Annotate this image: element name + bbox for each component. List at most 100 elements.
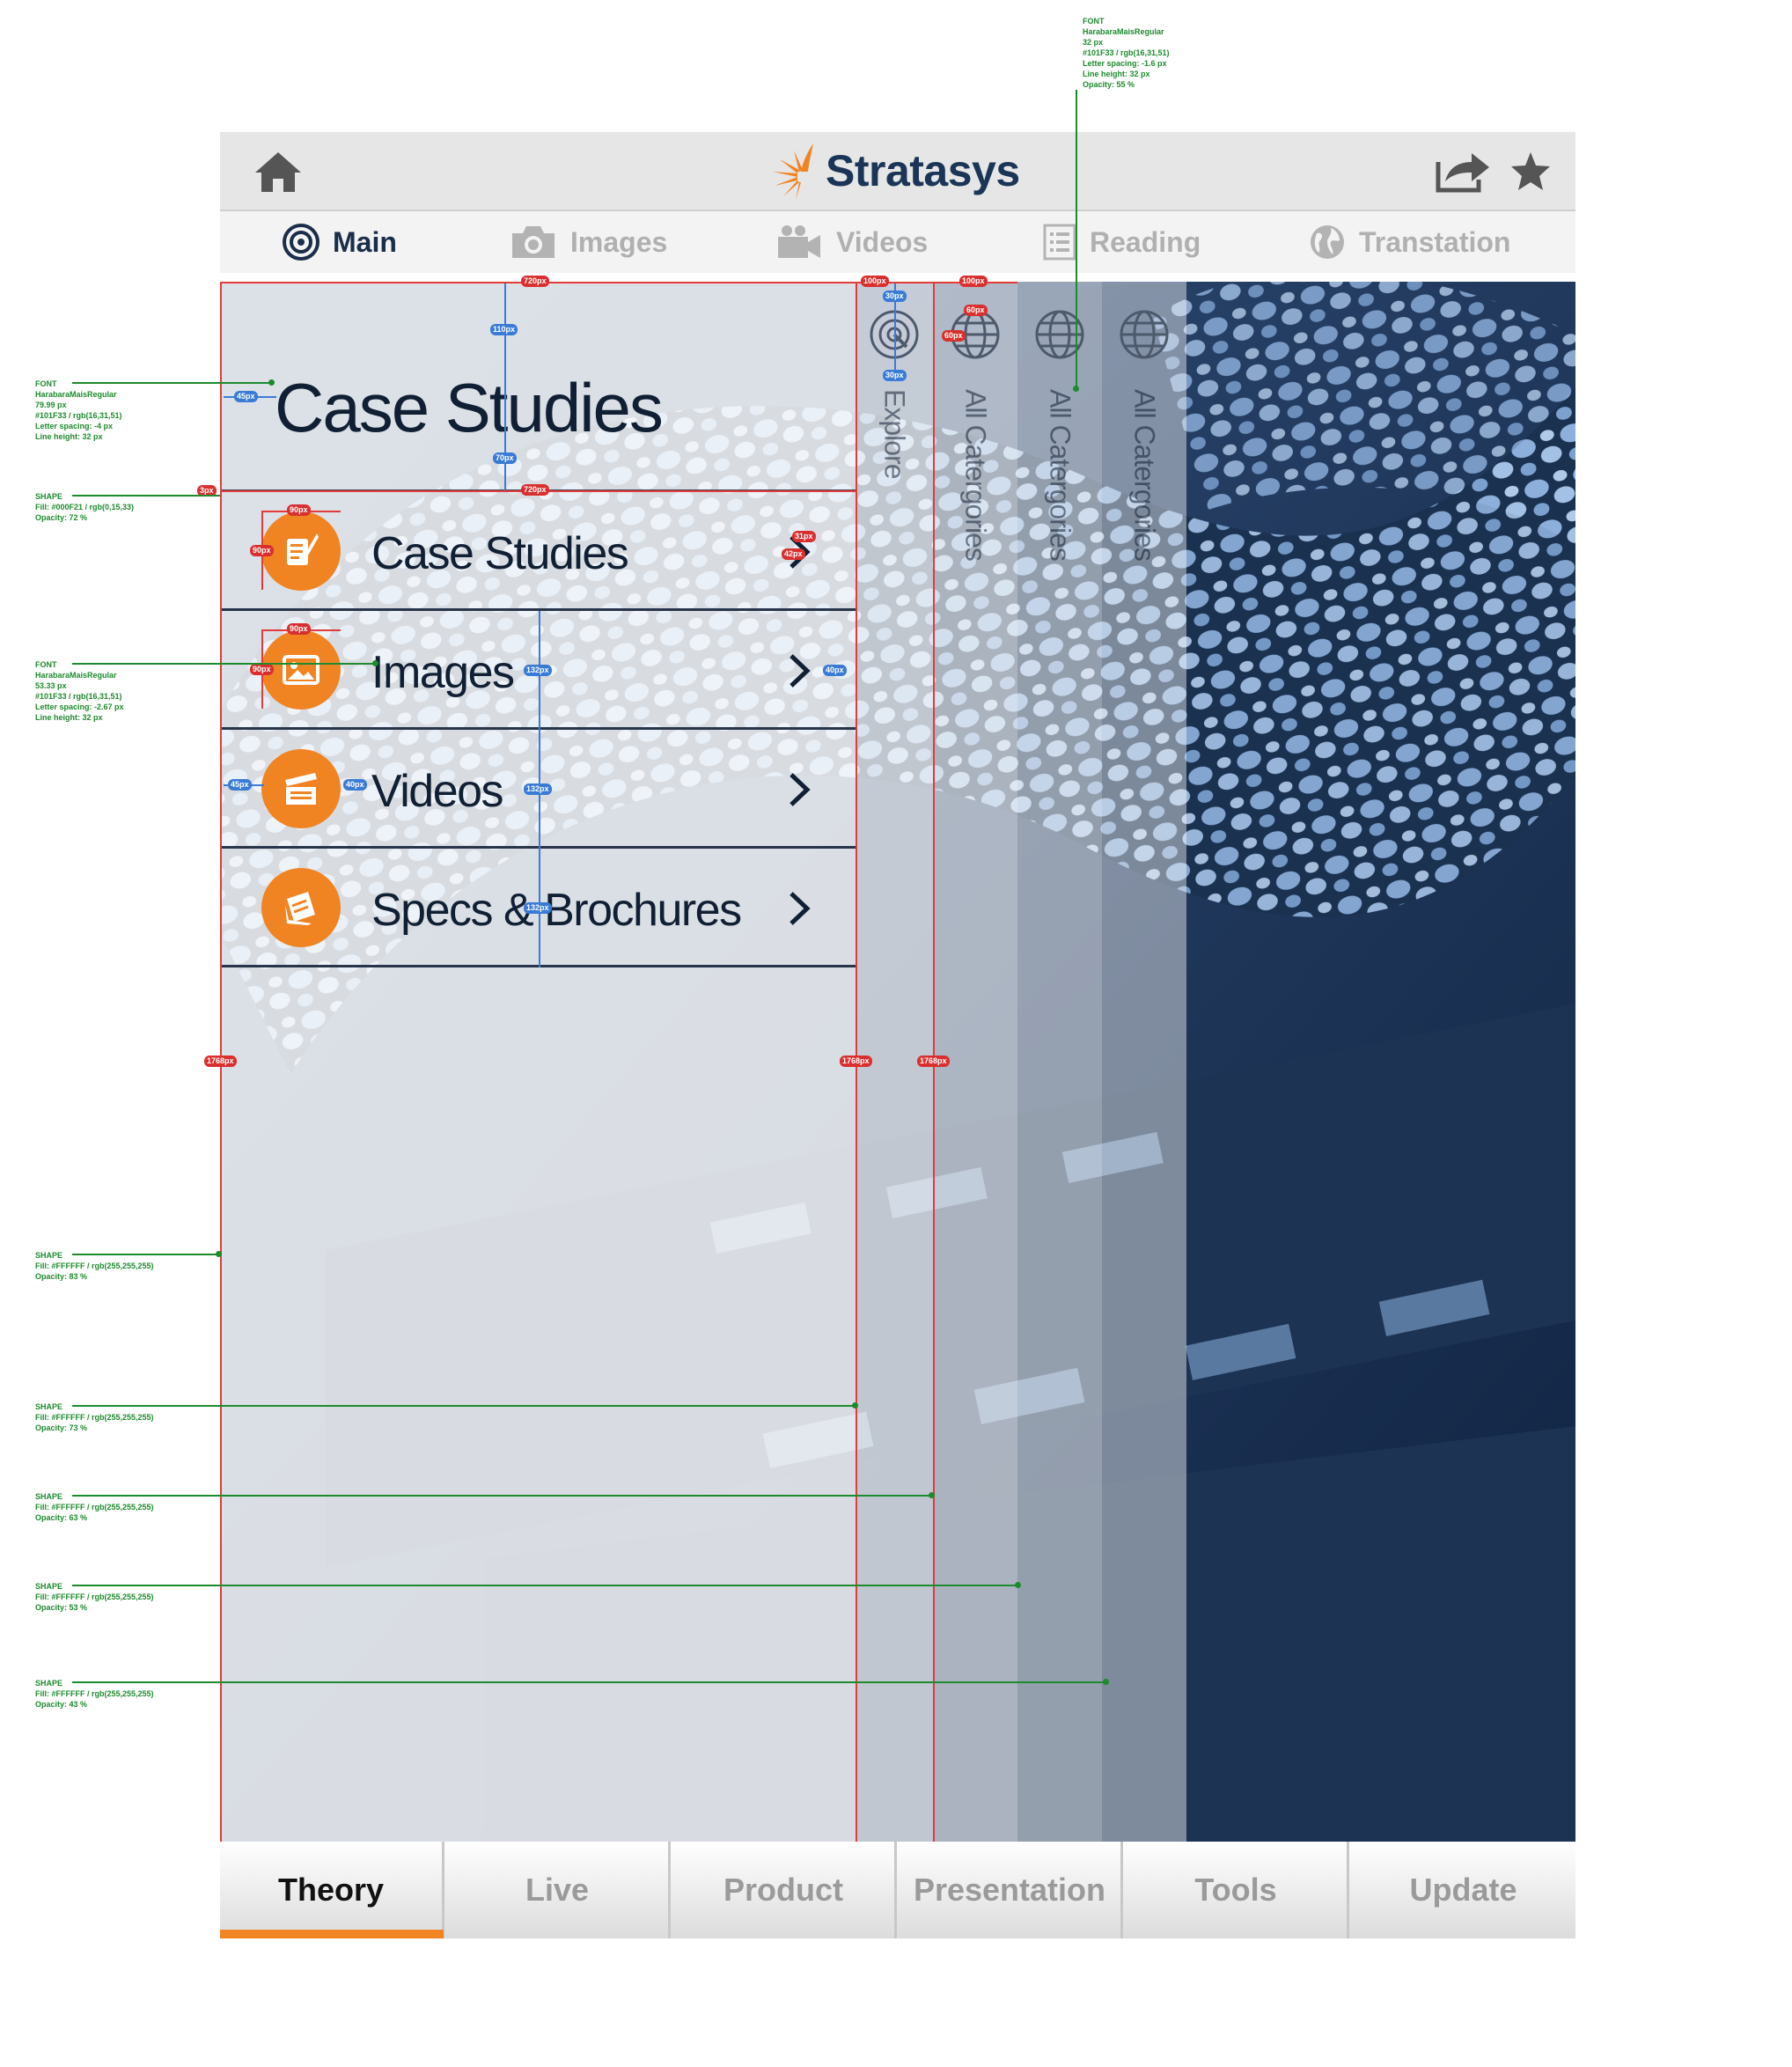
tab-label: Images bbox=[570, 225, 668, 258]
callout-dot bbox=[929, 1492, 935, 1498]
item-icon-circle bbox=[261, 868, 341, 947]
bottom-tab-bar: Theory Live Product Presentation Tools U… bbox=[220, 1842, 1575, 1938]
bottom-tab-product[interactable]: Product bbox=[672, 1842, 897, 1938]
callout-dot bbox=[268, 379, 275, 386]
active-tab-indicator bbox=[220, 1930, 444, 1938]
tab-label: Videos bbox=[836, 225, 929, 258]
tab-bar: Main Images Videos Reading Transtation bbox=[220, 211, 1575, 273]
item-label: Case Studies bbox=[371, 528, 629, 579]
bottom-tab-live[interactable]: Live bbox=[446, 1842, 671, 1938]
target-icon bbox=[283, 224, 319, 261]
camera-icon bbox=[512, 226, 554, 258]
measure-tag: 1768px bbox=[204, 1056, 237, 1067]
measure-tag: 40px bbox=[343, 779, 367, 791]
measure-tag: 720px bbox=[521, 484, 549, 496]
measure-tag: 30px bbox=[883, 291, 907, 302]
app-frame: Stratasys Main Images Videos Reading Tra… bbox=[220, 132, 1575, 1938]
measure-tag: 132px bbox=[524, 783, 552, 795]
bottom-tab-label: Product bbox=[723, 1872, 843, 1908]
measure-tag: 90px bbox=[250, 545, 274, 556]
measure-tag: 110px bbox=[490, 324, 518, 335]
row-divider bbox=[220, 965, 856, 967]
home-icon[interactable] bbox=[253, 150, 303, 194]
panel-title: Case Studies bbox=[275, 369, 664, 446]
measure-tag: 30px bbox=[883, 370, 907, 381]
bottom-tab-tools[interactable]: Tools bbox=[1125, 1842, 1349, 1938]
measure-tag: 45px bbox=[234, 391, 258, 402]
top-bar: Stratasys bbox=[220, 132, 1575, 211]
tab-videos[interactable]: Videos bbox=[775, 211, 928, 273]
item-icon-circle bbox=[261, 749, 341, 828]
bottom-tab-label: Tools bbox=[1194, 1872, 1277, 1908]
measure-tag: 60px bbox=[964, 305, 988, 316]
spec-font-item: FONT HarabaraMaisRegular 53.33 px #101F33 /… bbox=[35, 660, 124, 722]
spec-shape-53: SHAPE Fill: #FFFFFF / rgb(255,255,255) Opa… bbox=[35, 1582, 154, 1612]
measure-tag: 90px bbox=[287, 504, 311, 516]
callout-dot bbox=[1103, 1679, 1109, 1685]
stratasys-logo-icon bbox=[773, 143, 813, 200]
measure-tag: 720px bbox=[521, 276, 549, 287]
callout-dot bbox=[1073, 386, 1079, 392]
column-panel-3[interactable]: All Catergories bbox=[1017, 282, 1102, 1842]
bottom-tab-label: Update bbox=[1409, 1872, 1517, 1908]
spec-shape-63: SHAPE Fill: #FFFFFF / rgb(255,255,255) Opa… bbox=[35, 1492, 154, 1522]
callout-dot bbox=[852, 1402, 858, 1409]
measure-tag: 1768px bbox=[917, 1056, 950, 1067]
measure-tag: 70px bbox=[493, 452, 517, 464]
spec-shape-43: SHAPE Fill: #FFFFFF / rgb(255,255,255) Opa… bbox=[35, 1679, 154, 1709]
picture-icon bbox=[283, 655, 319, 685]
item-label: Specs & Brochures bbox=[371, 885, 742, 936]
tab-translation[interactable]: Transtation bbox=[1308, 211, 1510, 273]
bottom-tab-presentation[interactable]: Presentation bbox=[899, 1842, 1123, 1938]
tab-images[interactable]: Images bbox=[509, 211, 667, 273]
bottom-tab-label: Live bbox=[525, 1872, 590, 1908]
clapperboard-icon bbox=[285, 773, 317, 805]
column-label: All Catergories bbox=[1044, 389, 1076, 561]
column-label: All Catergories bbox=[959, 389, 992, 561]
spec-shape-73: SHAPE Fill: #FFFFFF / rgb(255,255,255) Opa… bbox=[35, 1402, 154, 1432]
content-area: All Catergories All Catergories All Cate… bbox=[220, 282, 1575, 1842]
logo-text: Stratasys bbox=[826, 146, 1020, 195]
bottom-tab-theory[interactable]: Theory bbox=[220, 1842, 444, 1938]
callout-line bbox=[72, 1585, 1017, 1586]
scroll-quill-icon bbox=[287, 533, 319, 565]
bottom-tab-update[interactable]: Update bbox=[1351, 1842, 1575, 1938]
video-camera-icon bbox=[778, 225, 820, 258]
bottom-tab-label: Presentation bbox=[913, 1872, 1106, 1908]
tab-reading[interactable]: Reading bbox=[1042, 211, 1201, 273]
brochure-icon bbox=[285, 892, 315, 925]
spec-font-column: FONT HarabaraMaisRegular 32 px #101F33 / rg… bbox=[1083, 17, 1170, 89]
globe-icon bbox=[1035, 310, 1084, 359]
share-icon[interactable] bbox=[1435, 150, 1493, 194]
measure-tag: 31px bbox=[792, 531, 816, 542]
list-icon bbox=[1043, 224, 1076, 261]
measure-tag: 100px bbox=[861, 276, 889, 287]
globe-icon bbox=[1311, 225, 1344, 259]
column-label: All Catergories bbox=[1128, 389, 1161, 561]
measure-tag: 132px bbox=[524, 665, 552, 676]
measure-tag: 60px bbox=[942, 330, 966, 342]
tab-label: Transtation bbox=[1359, 225, 1511, 258]
chevron-right-icon[interactable] bbox=[788, 772, 811, 807]
column-panel-4[interactable]: All Catergories bbox=[1102, 282, 1186, 1842]
chevron-right-icon[interactable] bbox=[788, 891, 811, 926]
callout-dot bbox=[372, 660, 378, 666]
measure-tag: 45px bbox=[228, 779, 252, 791]
callout-line bbox=[72, 1495, 931, 1497]
measure-tag: 90px bbox=[287, 623, 311, 635]
spec-font-title: FONT HarabaraMaisRegular 79.99 px #101F33 /… bbox=[35, 379, 122, 441]
callout-dot bbox=[216, 1251, 222, 1257]
column-label: Explore bbox=[878, 389, 911, 479]
tab-label: Main bbox=[333, 225, 397, 258]
bottom-tab-label: Theory bbox=[277, 1872, 385, 1908]
measure-tag: 90px bbox=[250, 664, 274, 675]
tab-main[interactable]: Main bbox=[282, 211, 397, 273]
spec-shape-line: SHAPE Fill: #000F21 / rgb(0,15,33) Opacity… bbox=[35, 492, 135, 522]
star-icon[interactable] bbox=[1509, 150, 1553, 194]
measure-tag: 40px bbox=[823, 665, 847, 676]
chevron-right-icon[interactable] bbox=[788, 653, 811, 688]
main-panel: Case Studies Case Studies Images Videos … bbox=[220, 282, 856, 1842]
logo: Stratasys bbox=[769, 139, 1020, 202]
callout-dot bbox=[1015, 1582, 1021, 1588]
spec-shape-83: SHAPE Fill: #FFFFFF / rgb(255,255,255) Opa… bbox=[35, 1251, 154, 1281]
